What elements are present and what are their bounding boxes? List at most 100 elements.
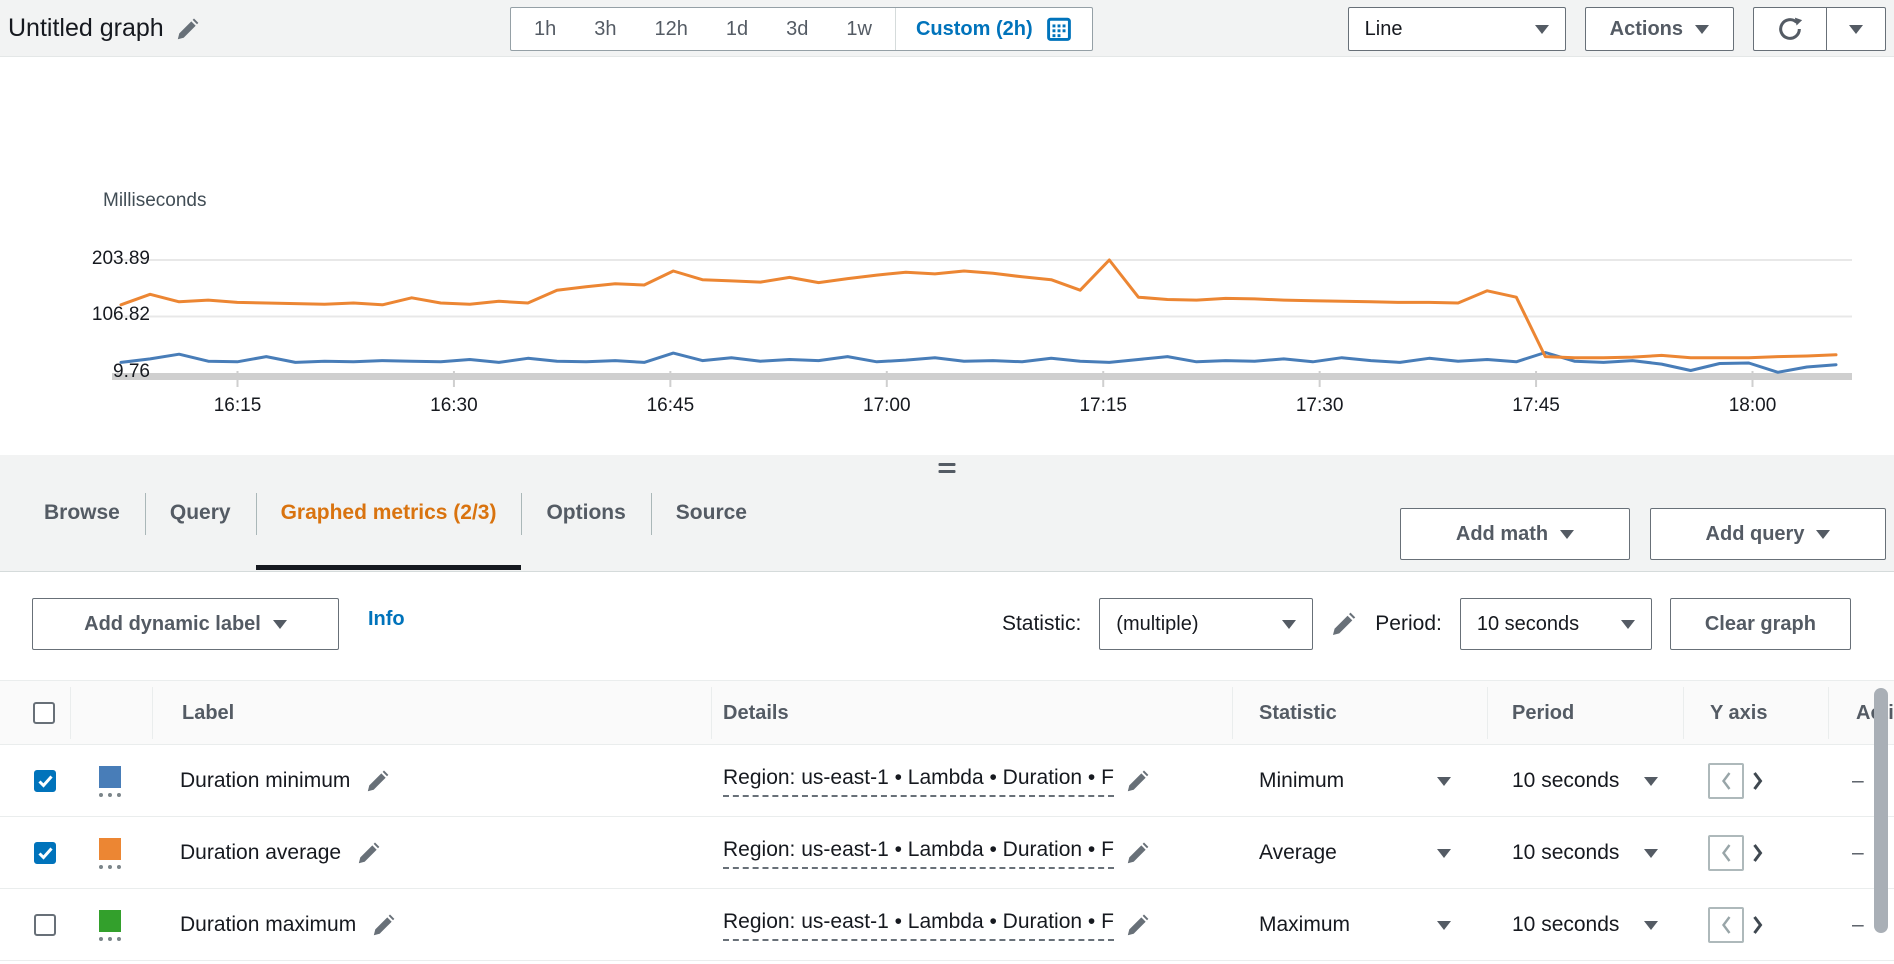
y-tick-label: 9.76 (10, 361, 150, 383)
period-value: 10 seconds (1477, 613, 1579, 636)
time-range-1d-button[interactable]: 1d (707, 8, 767, 50)
chevron-down-icon (1644, 849, 1658, 858)
actions-button[interactable]: Actions (1585, 7, 1734, 51)
info-link[interactable]: Info (368, 608, 405, 631)
time-range-3d-button[interactable]: 3d (767, 8, 827, 50)
custom-time-range-button[interactable]: Custom (2h) (900, 8, 1088, 50)
row-statistic-select[interactable]: Minimum (1259, 745, 1451, 817)
edit-label-pencil-icon[interactable] (372, 913, 396, 937)
series-color-swatch[interactable] (99, 838, 121, 869)
add-dynamic-label-button[interactable]: Add dynamic label (32, 598, 339, 650)
y-axis-left-button[interactable] (1708, 835, 1744, 871)
table-row: Duration average Region: us-east-1 • Lam… (0, 817, 1894, 889)
row-period-select[interactable]: 10 seconds (1512, 817, 1658, 889)
tab-graphed-metrics-2-3[interactable]: Graphed metrics (2/3) (256, 455, 522, 571)
edit-details-pencil-icon[interactable] (1126, 841, 1150, 865)
edit-label-pencil-icon[interactable] (357, 841, 381, 865)
statistic-label: Statistic: (1002, 612, 1081, 636)
row-period-select[interactable]: 10 seconds (1512, 889, 1658, 961)
period-select[interactable]: 10 seconds (1460, 598, 1652, 650)
row-period-value: 10 seconds (1512, 913, 1619, 937)
resize-handle[interactable] (933, 461, 962, 475)
statistic-value: (multiple) (1116, 613, 1198, 636)
x-tick-label: 17:45 (1512, 395, 1560, 417)
y-axis-unit-label: Milliseconds (103, 190, 206, 212)
y-axis-right-button[interactable] (1750, 841, 1765, 865)
select-all-checkbox[interactable] (33, 681, 55, 745)
edit-label-pencil-icon[interactable] (366, 769, 390, 793)
refresh-options-button[interactable] (1826, 7, 1886, 51)
tab-browse[interactable]: Browse (19, 455, 145, 571)
row-period-select[interactable]: 10 seconds (1512, 745, 1658, 817)
row-checkbox[interactable] (34, 770, 56, 792)
time-range-1h-button[interactable]: 1h (515, 8, 575, 50)
calendar-icon (1046, 16, 1072, 42)
period-label: Period: (1375, 612, 1442, 636)
table-scrollbar[interactable] (1874, 688, 1888, 933)
add-query-button[interactable]: Add query (1650, 508, 1886, 560)
tab-options[interactable]: Options (521, 455, 650, 571)
chart-type-value: Line (1365, 18, 1403, 41)
row-statistic-value: Average (1259, 841, 1337, 865)
column-header-statistic: Statistic (1259, 681, 1337, 745)
time-range-control: 1h3h12h1d3d1w Custom (2h) (510, 7, 1093, 51)
row-statistic-select[interactable]: Average (1259, 817, 1451, 889)
y-axis-right-button[interactable] (1750, 769, 1765, 793)
metric-details: Region: us-east-1 • Lambda • Duration • … (723, 838, 1114, 869)
panel-tab-strip: BrowseQueryGraphed metrics (2/3)OptionsS… (0, 455, 1894, 572)
edit-details-pencil-icon[interactable] (1126, 913, 1150, 937)
column-header-details: Details (723, 681, 789, 745)
line-chart-canvas[interactable] (0, 57, 1894, 455)
add-math-button[interactable]: Add math (1400, 508, 1630, 560)
chevron-down-icon (1644, 777, 1658, 786)
x-tick-label: 16:15 (214, 395, 262, 417)
panel-tabs: BrowseQueryGraphed metrics (2/3)OptionsS… (19, 455, 772, 571)
time-range-12h-button[interactable]: 12h (636, 8, 707, 50)
tab-source[interactable]: Source (651, 455, 772, 571)
row-statistic-value: Minimum (1259, 769, 1344, 793)
series-color-swatch[interactable] (99, 910, 121, 941)
x-tick-label: 17:15 (1079, 395, 1127, 417)
row-checkbox[interactable] (34, 842, 56, 864)
graph-header: Untitled graph 1h3h12h1d3d1w Custom (2h)… (0, 0, 1894, 57)
table-header-row: Label Details Statistic Period Y axis Ac… (0, 681, 1894, 745)
x-tick-label: 18:00 (1729, 395, 1777, 417)
refresh-button[interactable] (1753, 7, 1827, 51)
chevron-down-icon (1535, 25, 1549, 34)
chevron-down-icon (1816, 530, 1830, 539)
metric-details: Region: us-east-1 • Lambda • Duration • … (723, 766, 1114, 797)
x-tick-label: 17:00 (863, 395, 911, 417)
chart-type-select[interactable]: Line (1348, 7, 1566, 51)
time-control-divider (895, 8, 896, 50)
chevron-down-icon (1644, 921, 1658, 930)
chevron-down-icon (1621, 620, 1635, 629)
refresh-icon (1776, 15, 1804, 43)
y-axis-right-button[interactable] (1750, 913, 1765, 937)
y-tick-label: 203.89 (10, 248, 150, 270)
row-checkbox[interactable] (34, 914, 56, 936)
time-range-3h-button[interactable]: 3h (575, 8, 635, 50)
edit-statistic-pencil-icon[interactable] (1331, 611, 1357, 637)
metric-details: Region: us-east-1 • Lambda • Duration • … (723, 910, 1114, 941)
clear-graph-button[interactable]: Clear graph (1670, 598, 1851, 650)
row-statistic-value: Maximum (1259, 913, 1350, 937)
x-tick-label: 17:30 (1296, 395, 1344, 417)
graphed-metrics-table: Label Details Statistic Period Y axis Ac… (0, 680, 1894, 964)
y-axis-left-button[interactable] (1708, 763, 1744, 799)
page-title: Untitled graph (8, 14, 164, 43)
chevron-down-icon (1437, 921, 1451, 930)
y-axis-left-button[interactable] (1708, 907, 1744, 943)
edit-details-pencil-icon[interactable] (1126, 769, 1150, 793)
edit-title-pencil-icon[interactable] (176, 17, 200, 41)
tab-query[interactable]: Query (145, 455, 256, 571)
statistic-select[interactable]: (multiple) (1099, 598, 1313, 650)
chevron-down-icon (1560, 530, 1574, 539)
chevron-down-icon (273, 620, 287, 629)
row-statistic-select[interactable]: Maximum (1259, 889, 1451, 961)
graphed-metrics-toolbar: Add dynamic label Info Statistic: (multi… (0, 572, 1894, 680)
series-color-swatch[interactable] (99, 766, 121, 797)
time-range-1w-button[interactable]: 1w (827, 8, 891, 50)
y-tick-label: 106.82 (10, 304, 150, 326)
x-tick-label: 16:30 (430, 395, 478, 417)
chevron-down-icon (1849, 25, 1863, 34)
